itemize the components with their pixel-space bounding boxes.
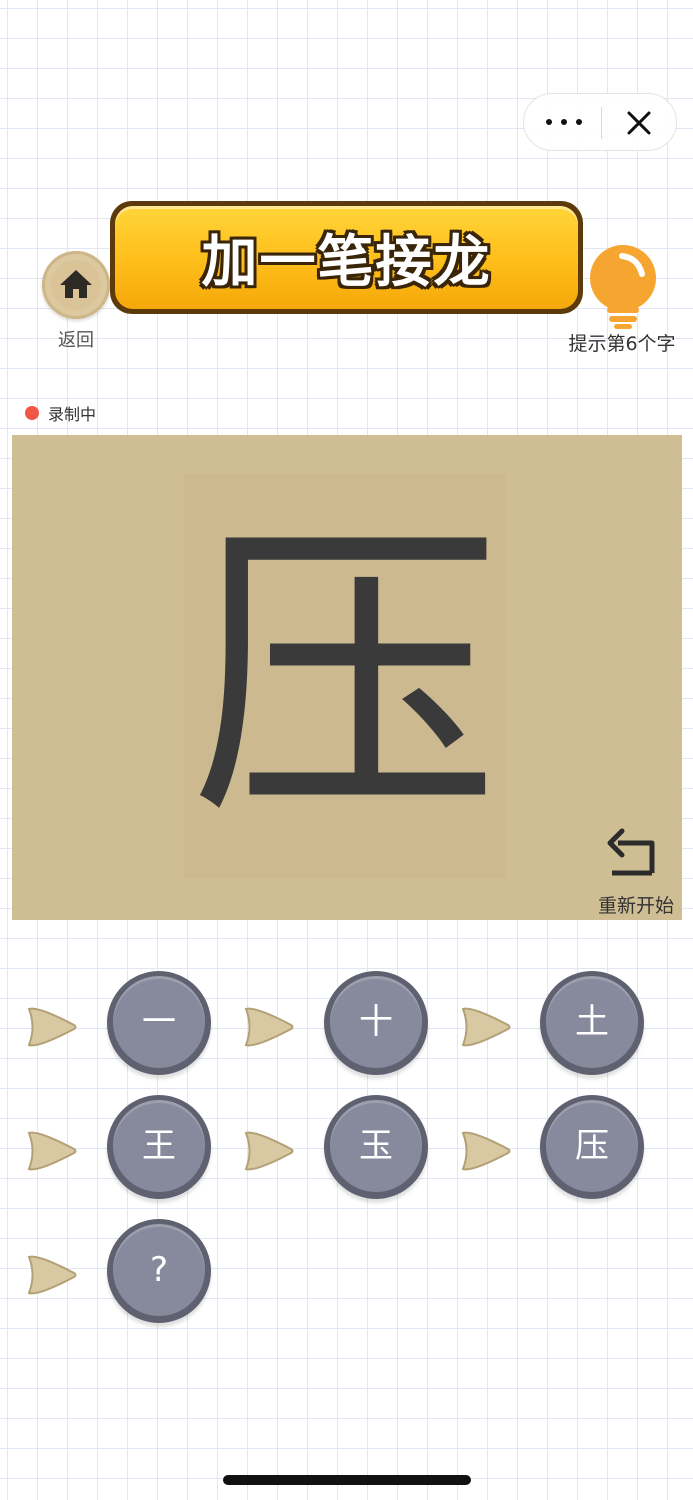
home-indicator[interactable] [223, 1475, 471, 1485]
lightbulb-icon[interactable] [588, 244, 658, 330]
arrow-icon [461, 1007, 511, 1047]
arrow-icon [244, 1007, 294, 1047]
home-button[interactable] [42, 251, 110, 319]
chain-char-6[interactable]: 压 [540, 1095, 644, 1199]
recording-indicator: 录制中 [25, 402, 96, 424]
mini-program-capsule [523, 93, 677, 151]
chain-char-1[interactable]: 一 [107, 971, 211, 1075]
chain-char-4[interactable]: 王 [107, 1095, 211, 1199]
page-title: 加一笔接龙 [201, 230, 492, 295]
restart-icon[interactable] [596, 825, 666, 881]
chain-char-2[interactable]: 十 [324, 971, 428, 1075]
title-banner: 加一笔接龙 [110, 201, 583, 314]
back-label[interactable]: 返回 [36, 326, 116, 352]
capsule-divider [601, 107, 602, 139]
arrow-icon [27, 1131, 77, 1171]
hint-label[interactable]: 提示第6个字 [556, 329, 688, 356]
restart-label[interactable]: 重新开始 [586, 891, 686, 918]
arrow-icon [461, 1131, 511, 1171]
close-icon[interactable] [626, 110, 652, 136]
game-board[interactable]: 压 [12, 435, 682, 920]
arrow-icon [27, 1255, 77, 1295]
chain-char-7[interactable]: ? [107, 1219, 211, 1323]
recording-label: 录制中 [48, 405, 97, 424]
arrow-icon [27, 1007, 77, 1047]
more-dots-icon[interactable] [546, 119, 582, 127]
current-character: 压 [190, 496, 500, 857]
chain-char-3[interactable]: 土 [540, 971, 644, 1075]
home-icon [60, 270, 92, 298]
chain-char-5[interactable]: 玉 [324, 1095, 428, 1199]
recording-dot-icon [25, 406, 39, 420]
arrow-icon [244, 1131, 294, 1171]
